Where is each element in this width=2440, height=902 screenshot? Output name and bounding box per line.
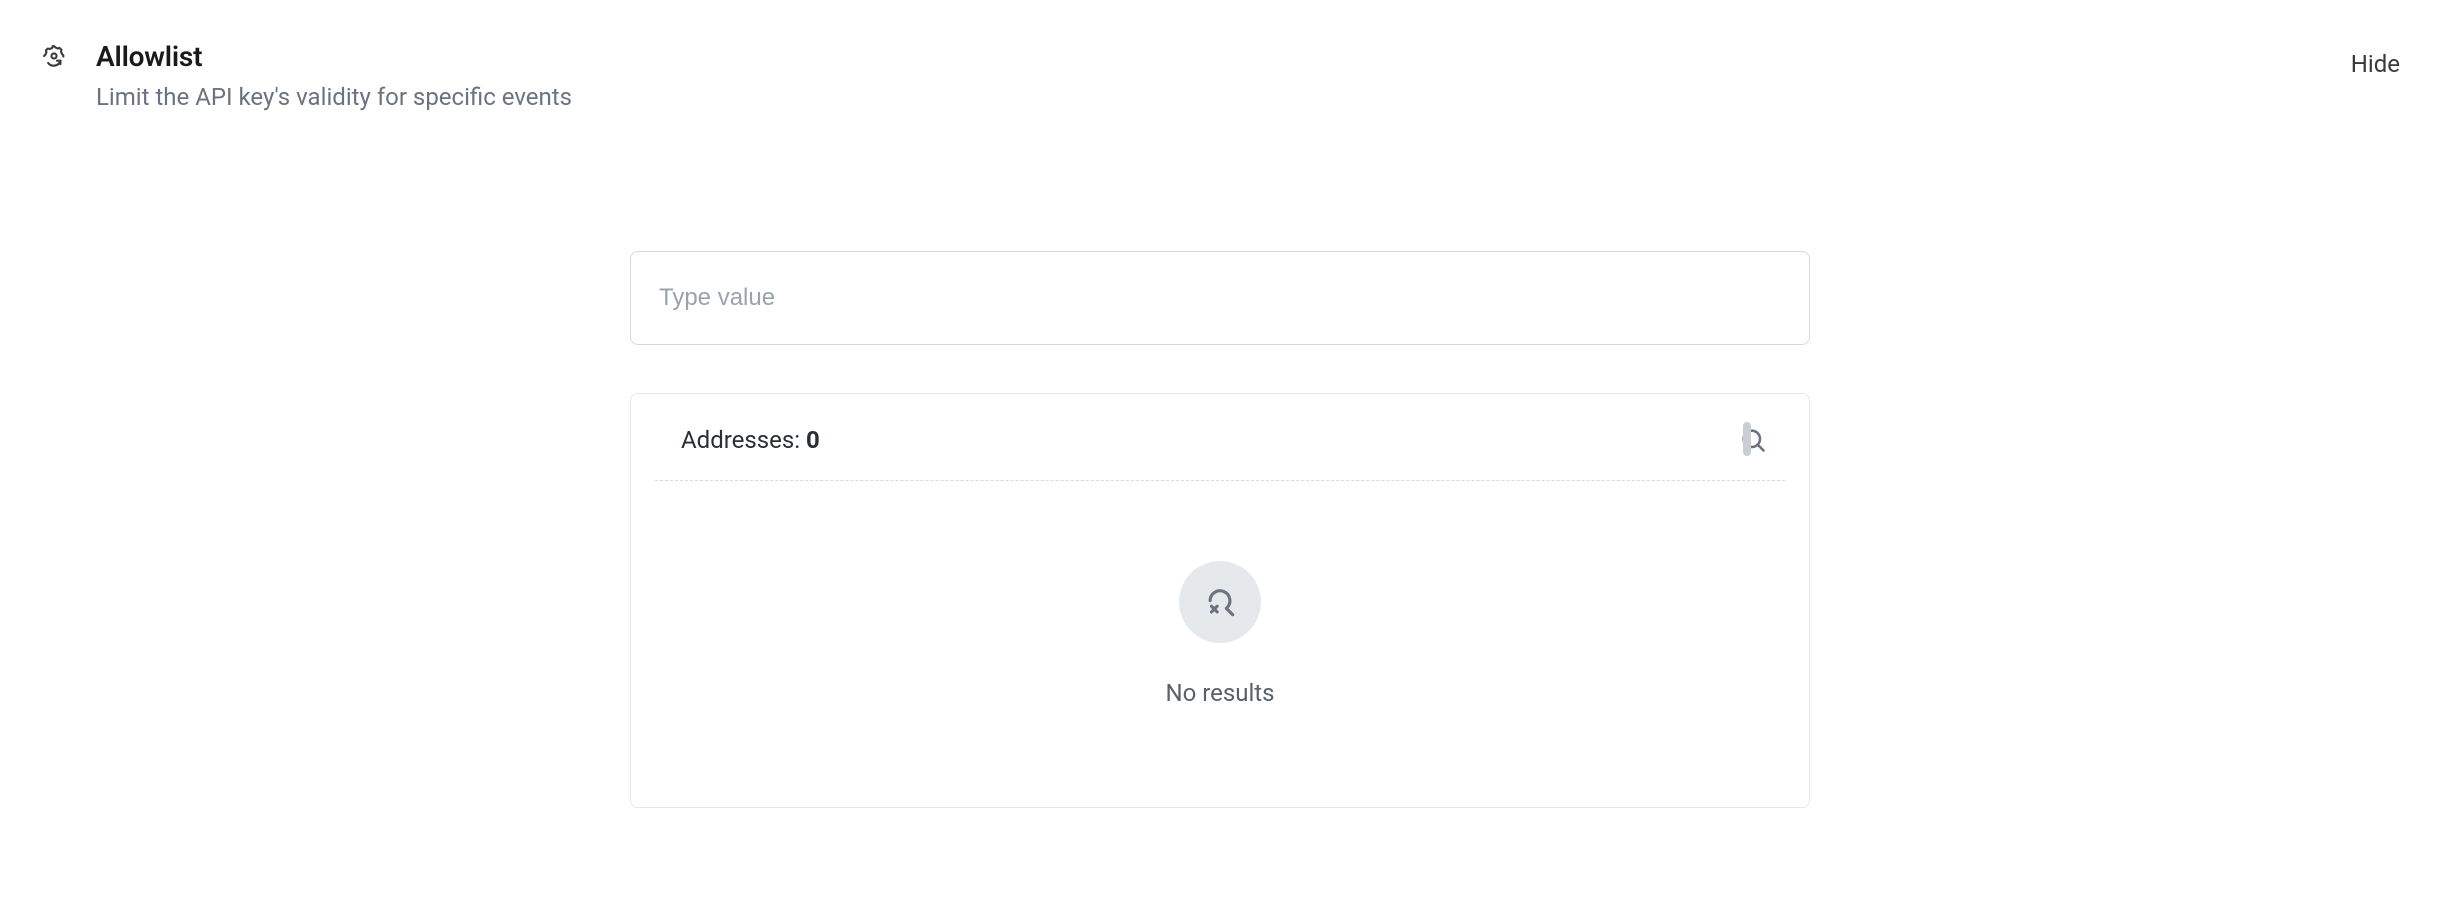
settings-refresh-icon (40, 42, 68, 70)
section-header: Allowlist Limit the API key's validity f… (40, 40, 2400, 111)
addresses-label: Addresses: (681, 426, 800, 454)
panel-header: Addresses: 0 (631, 394, 1809, 480)
value-input-wrap (630, 251, 1810, 345)
value-input[interactable] (630, 251, 1810, 345)
addresses-count: 0 (806, 426, 820, 454)
no-results-icon (1179, 561, 1261, 643)
section-subtitle: Limit the API key's validity for specifi… (96, 83, 572, 111)
empty-text: No results (1165, 679, 1274, 707)
header-text: Allowlist Limit the API key's validity f… (96, 40, 572, 111)
section-title: Allowlist (96, 40, 572, 73)
search-icon[interactable] (1737, 424, 1769, 456)
addresses-panel: Addresses: 0 No results (630, 393, 1810, 808)
addresses-summary: Addresses: 0 (681, 426, 820, 454)
header-left: Allowlist Limit the API key's validity f… (40, 40, 572, 111)
hide-link[interactable]: Hide (2351, 40, 2400, 78)
empty-state: No results (631, 481, 1809, 807)
content-area: Addresses: 0 No results (40, 251, 2400, 808)
